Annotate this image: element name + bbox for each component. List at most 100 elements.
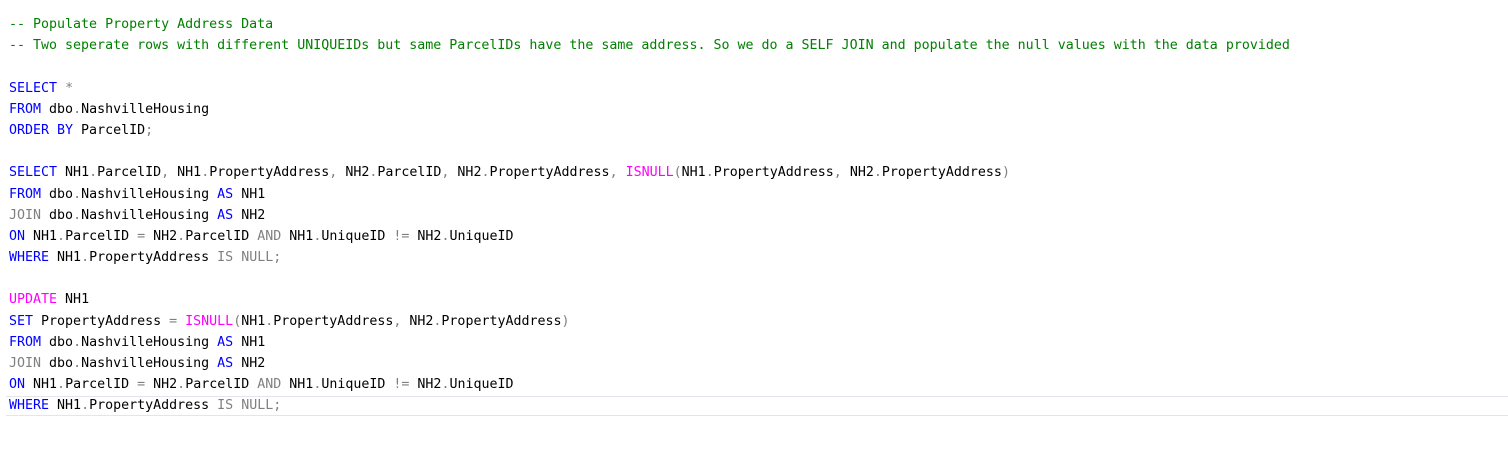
code-token: NashvilleHousing: [81, 356, 218, 371]
code-token: dbo: [41, 186, 74, 202]
code-token: NH2: [233, 356, 266, 371]
code-token: ParcelID: [73, 122, 146, 138]
code-line: JOIN dbo.NashvilleHousing AS NH2: [9, 353, 1290, 374]
code-token: .: [81, 250, 90, 266]
code-token: PropertyAddress: [89, 250, 218, 266]
code-line: FROM dbo.NashvilleHousing AS NH1: [9, 332, 1290, 353]
code-token: IS NULL: [217, 250, 274, 266]
code-token: *: [65, 80, 74, 96]
code-token: .: [73, 186, 82, 202]
code-token: AS: [217, 356, 234, 371]
code-token: NH1: [281, 377, 314, 393]
code-token: AS: [217, 186, 234, 202]
code-token: UniqueID: [321, 228, 394, 244]
code-token: .: [73, 356, 82, 371]
code-token: SELECT: [9, 165, 58, 181]
code-token: ParcelID: [377, 165, 442, 181]
code-token: NH1: [681, 165, 706, 181]
code-token: NH2: [337, 165, 370, 181]
code-token: !=: [393, 377, 410, 393]
code-token: dbo: [41, 101, 74, 117]
code-token: ,: [833, 165, 842, 181]
sql-query-editor[interactable]: -- Populate Property Address Data -- Two …: [0, 0, 1508, 453]
code-token: AND: [257, 377, 282, 393]
code-token: ;: [273, 398, 282, 414]
code-token: PropertyAddress: [881, 165, 1002, 181]
code-line: WHERE NH1.PropertyAddress IS NULL;: [9, 247, 1290, 268]
code-token: NH2: [233, 207, 266, 223]
code-token: FROM: [9, 334, 42, 350]
code-token: NH2: [145, 377, 178, 393]
code-line: ON NH1.ParcelID = NH2.ParcelID AND NH1.U…: [9, 226, 1290, 247]
code-token: ): [561, 313, 570, 329]
code-line: -- Populate Property Address Data: [9, 14, 1290, 35]
code-token: NashvilleHousing: [81, 207, 218, 223]
code-token: .: [705, 165, 714, 181]
code-token: ISNULL: [185, 313, 234, 329]
code-token: NH1: [233, 186, 266, 202]
code-token: WHERE: [9, 398, 50, 414]
code-line: WHERE NH1.PropertyAddress IS NULL;: [9, 395, 1290, 416]
code-token: FROM: [9, 101, 42, 117]
code-token: UniqueID: [449, 377, 514, 393]
code-token: .: [57, 228, 66, 244]
code-token: SELECT: [9, 80, 58, 96]
code-token: NH1: [25, 228, 58, 244]
code-token: ,: [161, 165, 170, 181]
code-token: PropertyAddress: [713, 165, 834, 181]
code-line: JOIN dbo.NashvilleHousing AS NH2: [9, 205, 1290, 226]
code-token: PropertyAddress: [489, 165, 610, 181]
code-token: ORDER BY: [9, 122, 74, 138]
code-token: ParcelID: [97, 165, 162, 181]
code-line: -- Two seperate rows with different UNIQ…: [9, 35, 1290, 56]
code-token: ON: [9, 228, 26, 244]
code-token: NH1: [57, 292, 90, 308]
code-token: ;: [273, 250, 282, 266]
code-token: .: [177, 228, 186, 244]
code-token: NH1: [241, 313, 266, 329]
code-token: =: [169, 313, 178, 329]
code-token: -- Two seperate rows with different UNIQ…: [9, 38, 1290, 54]
code-token: JOIN: [9, 356, 42, 371]
code-token: ON: [9, 377, 26, 393]
code-token: =: [137, 377, 146, 393]
code-token: PropertyAddress: [209, 165, 330, 181]
code-line: FROM dbo.NashvilleHousing AS NH1: [9, 184, 1290, 205]
code-token: NH2: [145, 228, 178, 244]
code-token: .: [73, 334, 82, 350]
code-token: .: [81, 398, 90, 414]
code-line: UPDATE NH1: [9, 289, 1290, 310]
code-token: ,: [609, 165, 618, 181]
code-token: SET: [9, 313, 34, 329]
code-token: NH1: [281, 228, 314, 244]
code-line: ORDER BY ParcelID;: [9, 120, 1290, 141]
code-line: SELECT NH1.ParcelID, NH1.PropertyAddress…: [9, 162, 1290, 183]
code-token: NH1: [57, 165, 90, 181]
code-token: IS NULL: [217, 398, 274, 414]
code-line: ​: [9, 141, 1290, 162]
code-token: ): [1001, 165, 1010, 181]
code-token: ISNULL: [625, 165, 674, 181]
code-token: WHERE: [9, 250, 50, 266]
code-token: .: [201, 165, 210, 181]
code-token: NashvilleHousing: [81, 101, 210, 117]
code-token: AS: [217, 207, 234, 223]
code-line: ​: [9, 268, 1290, 289]
code-token: UPDATE: [9, 292, 58, 308]
code-line: SELECT *: [9, 78, 1290, 99]
code-token: NashvilleHousing: [81, 186, 218, 202]
code-token: PropertyAddress: [441, 313, 562, 329]
code-token: NH2: [409, 228, 442, 244]
code-token: NashvilleHousing: [81, 334, 218, 350]
code-line: SET PropertyAddress = ISNULL(NH1.Propert…: [9, 311, 1290, 332]
code-area[interactable]: -- Populate Property Address Data -- Two …: [9, 14, 1290, 417]
code-token: .: [73, 207, 82, 223]
code-token: NH1: [49, 398, 82, 414]
code-line: FROM dbo.NashvilleHousing: [9, 99, 1290, 120]
code-token: =: [137, 228, 146, 244]
code-token: AND: [257, 228, 282, 244]
code-line: ​: [9, 56, 1290, 77]
code-token: PropertyAddress: [89, 398, 218, 414]
